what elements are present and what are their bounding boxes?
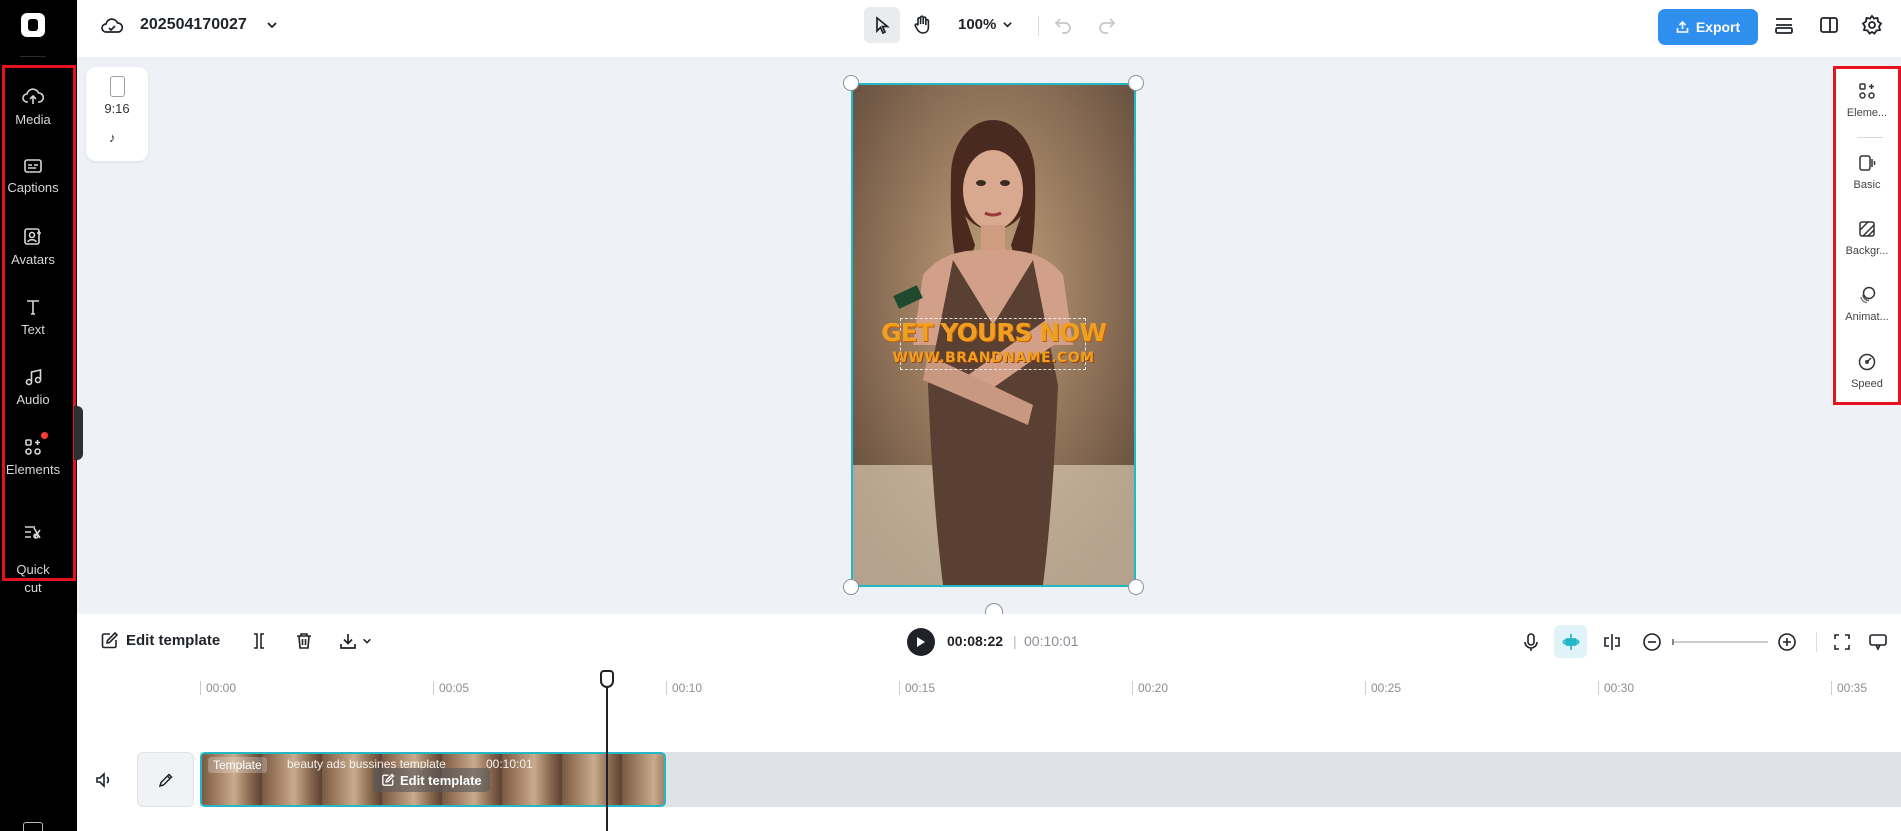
chevron-down-icon <box>1002 19 1013 30</box>
time-separator: | <box>1013 633 1017 649</box>
ruler-tick: 00:00 <box>200 681 236 695</box>
upload-icon <box>1676 20 1689 34</box>
snap-icon <box>1561 632 1581 652</box>
pencil-icon <box>158 772 174 788</box>
zoom-in-icon[interactable] <box>1777 632 1797 652</box>
app-logo[interactable] <box>21 13 45 37</box>
rail-bottom-icon[interactable] <box>23 822 43 831</box>
panel-layout-icon[interactable] <box>1818 14 1840 36</box>
fullscreen-icon[interactable] <box>1832 632 1852 652</box>
track-edit-button[interactable] <box>137 752 194 807</box>
right-panel-highlight-box <box>1833 66 1901 405</box>
edit-icon <box>381 773 395 787</box>
zoom-value: 100% <box>958 16 997 33</box>
zoom-out-icon[interactable] <box>1642 632 1662 652</box>
clip-edit-template-label: Edit template <box>400 772 482 788</box>
cursor-arrow-icon <box>873 16 891 34</box>
aspect-ratio-label: 9:16 <box>104 101 130 116</box>
export-button[interactable]: Export <box>1658 9 1758 45</box>
hand-tool-button[interactable] <box>904 7 940 43</box>
edit-icon <box>100 631 119 650</box>
download-icon <box>338 631 358 651</box>
tiktok-icon: ♪ <box>109 130 116 145</box>
edit-template-button[interactable]: Edit template <box>100 631 220 650</box>
playhead-line[interactable] <box>606 671 608 831</box>
panel-collapse-handle[interactable] <box>74 406 83 460</box>
left-nav-highlight-box <box>2 65 76 581</box>
undo-icon[interactable] <box>1052 13 1074 35</box>
resize-handle-bottom-left[interactable] <box>843 579 859 595</box>
select-tool-button[interactable] <box>864 7 900 43</box>
rail-divider <box>20 56 46 57</box>
play-icon <box>916 636 926 648</box>
ruler-tick: 00:10 <box>666 681 702 695</box>
url-text[interactable]: WWW.BRANDNAME.COM <box>851 350 1136 366</box>
zoom-slider-knob[interactable] <box>1672 639 1674 645</box>
resize-handle-top-left[interactable] <box>843 75 859 91</box>
magnet-snap-button[interactable] <box>1554 625 1587 658</box>
clip-template-tag: Template <box>208 757 267 773</box>
speaker-icon[interactable] <box>94 770 114 790</box>
gear-icon[interactable] <box>1861 14 1883 36</box>
zoom-slider[interactable] <box>1672 641 1768 643</box>
playhead-handle[interactable] <box>600 670 614 688</box>
ruler-tick: 00:20 <box>1132 681 1168 695</box>
export-label: Export <box>1695 19 1741 35</box>
hand-icon <box>913 15 931 35</box>
layers-icon[interactable] <box>1773 14 1795 36</box>
project-name[interactable]: 202504170027 <box>140 16 247 34</box>
split-icon[interactable] <box>250 631 268 651</box>
play-button[interactable] <box>907 628 935 656</box>
resize-handle-top-right[interactable] <box>1128 75 1144 91</box>
download-dropdown[interactable] <box>338 631 372 651</box>
split-clip-icon[interactable] <box>1602 632 1622 652</box>
chevron-down-icon <box>362 636 372 646</box>
clip-duration: 00:10:01 <box>486 757 533 771</box>
redo-icon[interactable] <box>1096 13 1118 35</box>
microphone-icon[interactable] <box>1521 632 1541 652</box>
current-time: 00:08:22 <box>947 633 1004 649</box>
cloud-sync-icon[interactable] <box>101 16 123 36</box>
feedback-icon[interactable] <box>1868 632 1888 652</box>
ruler-tick: 00:05 <box>433 681 469 695</box>
ruler-tick: 00:30 <box>1598 681 1634 695</box>
ruler-tick: 00:25 <box>1365 681 1401 695</box>
toolbar-divider <box>1816 632 1817 652</box>
total-duration: 00:10:01 <box>1024 633 1079 649</box>
clip-edit-template-button[interactable]: Edit template <box>373 768 490 792</box>
trash-icon[interactable] <box>295 631 313 651</box>
edit-template-label: Edit template <box>126 632 221 649</box>
resize-handle-bottom-right[interactable] <box>1128 579 1144 595</box>
zoom-dropdown[interactable]: 100% <box>958 16 1013 33</box>
ruler-tick: 00:15 <box>899 681 935 695</box>
ruler-tick: 00:35 <box>1831 681 1867 695</box>
chevron-down-icon[interactable] <box>266 19 278 31</box>
portrait-frame-icon <box>110 76 125 97</box>
toolbar-divider <box>1038 16 1039 36</box>
headline-text[interactable]: GET YOURS NOW <box>851 318 1136 347</box>
